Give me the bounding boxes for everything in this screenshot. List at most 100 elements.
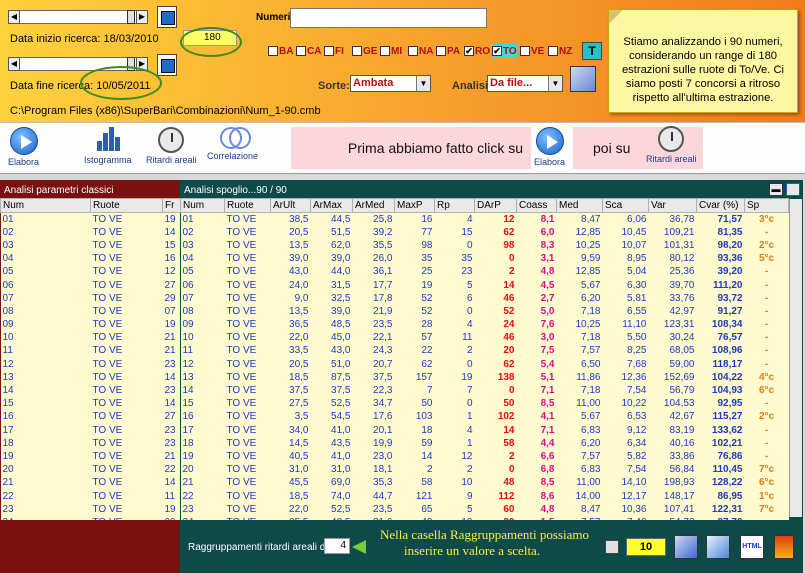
- delete-icon[interactable]: [774, 535, 794, 559]
- table-row[interactable]: 16 TO VE 27: [0, 410, 181, 424]
- table-row[interactable]: 17 TO VE 34,0 41,0 20,1 18 4 14 7,1 6,83 9,12 83,19…: [180, 423, 789, 437]
- checkbox[interactable]: ✔: [464, 46, 474, 56]
- raggr-input[interactable]: 4: [324, 538, 350, 554]
- table-row[interactable]: 09 TO VE 19: [0, 318, 181, 332]
- column-header[interactable]: Rp: [434, 198, 475, 213]
- table-row[interactable]: 04 TO VE 16: [0, 252, 181, 266]
- table-row[interactable]: 05 TO VE 12: [0, 265, 181, 279]
- calendar-end-icon[interactable]: [157, 54, 177, 76]
- table-row[interactable]: 02 TO VE 20,5 51,5 39,2 77 15 62 6,0 12,85 10,45 10…: [180, 225, 789, 239]
- column-header[interactable]: Num: [0, 198, 91, 213]
- table-row[interactable]: 04 TO VE 39,0 39,0 26,0 35 35 0 3,1 9,59 8,95 80,12…: [180, 252, 789, 266]
- column-header[interactable]: Sca: [602, 198, 649, 213]
- slider-left-arrow[interactable]: ◀: [8, 10, 20, 24]
- ruota-fi[interactable]: FI: [324, 44, 344, 58]
- column-header[interactable]: Ruote: [224, 198, 271, 213]
- table-row[interactable]: 07 TO VE 29: [0, 291, 181, 305]
- column-header[interactable]: MaxP: [394, 198, 435, 213]
- table-row[interactable]: 14 TO VE 37,5 37,5 22,3 7 7 0 7,1 7,18 7,54 56,79 10…: [180, 383, 789, 398]
- analisi-select[interactable]: Da file... ▼: [487, 75, 563, 92]
- table-row[interactable]: 16 TO VE 3,5 54,5 17,6 103 1 102 4,1 5,67 6,53 42,6…: [180, 410, 789, 424]
- calendar-start-icon[interactable]: [157, 6, 177, 28]
- table-row[interactable]: 11 TO VE 33,5 43,0 24,3 22 2 20 7,5 7,57 8,25 68,05…: [180, 344, 789, 358]
- minimize-icon[interactable]: ▬: [769, 183, 783, 196]
- table-row[interactable]: 07 TO VE 9,0 32,5 17,8 52 6 46 2,7 6,20 5,81 33,76 9…: [180, 291, 789, 305]
- sorte-select[interactable]: Ambata ▼: [350, 75, 431, 92]
- slider-thumb[interactable]: [127, 10, 135, 24]
- ruota-ge[interactable]: GE: [352, 44, 377, 58]
- ruota-na[interactable]: NA: [408, 44, 433, 58]
- table-row[interactable]: 01 TO VE 38,5 44,5 25,8 16 4 12 8,1 8,47 6,06 36,78…: [180, 212, 789, 226]
- column-header[interactable]: Ruote: [90, 198, 163, 213]
- column-header[interactable]: ArMed: [352, 198, 395, 213]
- ruota-ca[interactable]: CA: [296, 44, 321, 58]
- ruota-ro[interactable]: ✔ RO: [464, 44, 490, 58]
- table-row[interactable]: 08 TO VE 07: [0, 304, 181, 318]
- checkbox[interactable]: [324, 46, 334, 56]
- t-button[interactable]: T: [582, 42, 602, 60]
- checkbox[interactable]: [436, 46, 446, 56]
- ruota-mi[interactable]: MI: [380, 44, 402, 58]
- table-row[interactable]: 22 TO VE 18,5 74,0 44,7 121 9 112 8,6 14,00 12,17 1…: [180, 489, 789, 503]
- table-row[interactable]: 21 TO VE 14: [0, 476, 181, 490]
- table-row[interactable]: 18 TO VE 23: [0, 436, 181, 450]
- table-row[interactable]: 20 TO VE 22: [0, 463, 181, 477]
- table-row[interactable]: 03 TO VE 15: [0, 238, 181, 253]
- table-row[interactable]: 14 TO VE 23: [0, 383, 181, 398]
- table-row[interactable]: 01 TO VE 19: [0, 212, 181, 226]
- html-icon[interactable]: HTML: [740, 535, 764, 559]
- checkbox[interactable]: [548, 46, 558, 56]
- maximize-icon[interactable]: [786, 183, 800, 196]
- table-row[interactable]: 18 TO VE 14,5 43,5 19,9 59 1 58 4,4 6,20 6,34 40,16…: [180, 436, 789, 450]
- ruota-pa[interactable]: PA: [436, 44, 460, 58]
- column-header[interactable]: Coass: [516, 198, 557, 213]
- checkbox[interactable]: [268, 46, 278, 56]
- ruota-ba[interactable]: BA: [268, 44, 293, 58]
- column-header[interactable]: DArP: [474, 198, 517, 213]
- column-header[interactable]: ArUlt: [270, 198, 311, 213]
- ritardi-areali-button[interactable]: Ritardi areali: [146, 127, 197, 165]
- correlazione-button[interactable]: Correlazione: [207, 127, 258, 161]
- export-icon[interactable]: [674, 535, 698, 559]
- table-row[interactable]: 06 TO VE 24,0 31,5 17,7 19 5 14 4,5 5,67 6,30 39,70…: [180, 278, 789, 292]
- column-header[interactable]: Var: [648, 198, 697, 213]
- table-row[interactable]: 12 TO VE 23: [0, 357, 181, 371]
- column-header[interactable]: Med: [556, 198, 603, 213]
- table-row[interactable]: 06 TO VE 27: [0, 278, 181, 292]
- table-row[interactable]: 22 TO VE 11: [0, 489, 181, 503]
- slider-left-arrow[interactable]: ◀: [8, 57, 20, 71]
- table-row[interactable]: 21 TO VE 45,5 69,0 35,3 58 10 48 8,5 11,00 14,10 19…: [180, 476, 789, 490]
- checkbox[interactable]: [408, 46, 418, 56]
- table-row[interactable]: 13 TO VE 18,5 87,5 37,5 157 19 138 5,1 11,86 12,36…: [180, 370, 789, 384]
- document-icon[interactable]: [706, 535, 730, 559]
- ruota-ve[interactable]: VE: [520, 44, 544, 58]
- table-row[interactable]: 11 TO VE 21: [0, 344, 181, 358]
- ruota-to[interactable]: ✔ TO: [492, 44, 517, 58]
- column-header[interactable]: ArMax: [310, 198, 353, 213]
- checkbox[interactable]: [380, 46, 390, 56]
- table-row[interactable]: 02 TO VE 14: [0, 225, 181, 239]
- checkbox[interactable]: [520, 46, 530, 56]
- table-row[interactable]: 08 TO VE 13,5 39,0 21,9 52 0 52 5,0 7,18 6,55 42,97…: [180, 304, 789, 318]
- table-row[interactable]: 03 TO VE 13,5 62,0 35,5 98 0 98 8,3 10,25 10,07 101…: [180, 238, 789, 253]
- istogramma-button[interactable]: Istogramma: [84, 127, 132, 165]
- table-row[interactable]: 15 TO VE 14: [0, 397, 181, 411]
- table-row[interactable]: 10 TO VE 22,0 45,0 22,1 57 11 46 3,0 7,18 5,50 30,2…: [180, 331, 789, 345]
- num-input[interactable]: 10: [626, 538, 666, 556]
- table-row[interactable]: 15 TO VE 27,5 52,5 34,7 50 0 50 8,5 11,00 10,22 104…: [180, 397, 789, 411]
- table-row[interactable]: 17 TO VE 23: [0, 423, 181, 437]
- settings-icon[interactable]: [605, 540, 619, 554]
- elabora-button[interactable]: Elabora: [8, 127, 39, 167]
- table-row[interactable]: 13 TO VE 14: [0, 370, 181, 384]
- table-row[interactable]: 05 TO VE 43,0 44,0 36,1 25 23 2 4,8 12,85 5,04 25,3…: [180, 265, 789, 279]
- ruota-nz[interactable]: NZ: [548, 44, 572, 58]
- open-file-icon[interactable]: [570, 66, 596, 92]
- table-row[interactable]: 10 TO VE 21: [0, 331, 181, 345]
- column-header[interactable]: Sp: [744, 198, 789, 213]
- checkbox[interactable]: ✔: [492, 46, 502, 56]
- table-row[interactable]: 09 TO VE 36,5 48,5 23,5 28 4 24 7,6 10,25 11,10 123…: [180, 318, 789, 332]
- column-header[interactable]: Cvar (%): [696, 198, 745, 213]
- column-header[interactable]: Fr: [162, 198, 181, 213]
- date-start-slider[interactable]: ◀ ▶: [8, 10, 148, 24]
- column-header[interactable]: Num: [180, 198, 225, 213]
